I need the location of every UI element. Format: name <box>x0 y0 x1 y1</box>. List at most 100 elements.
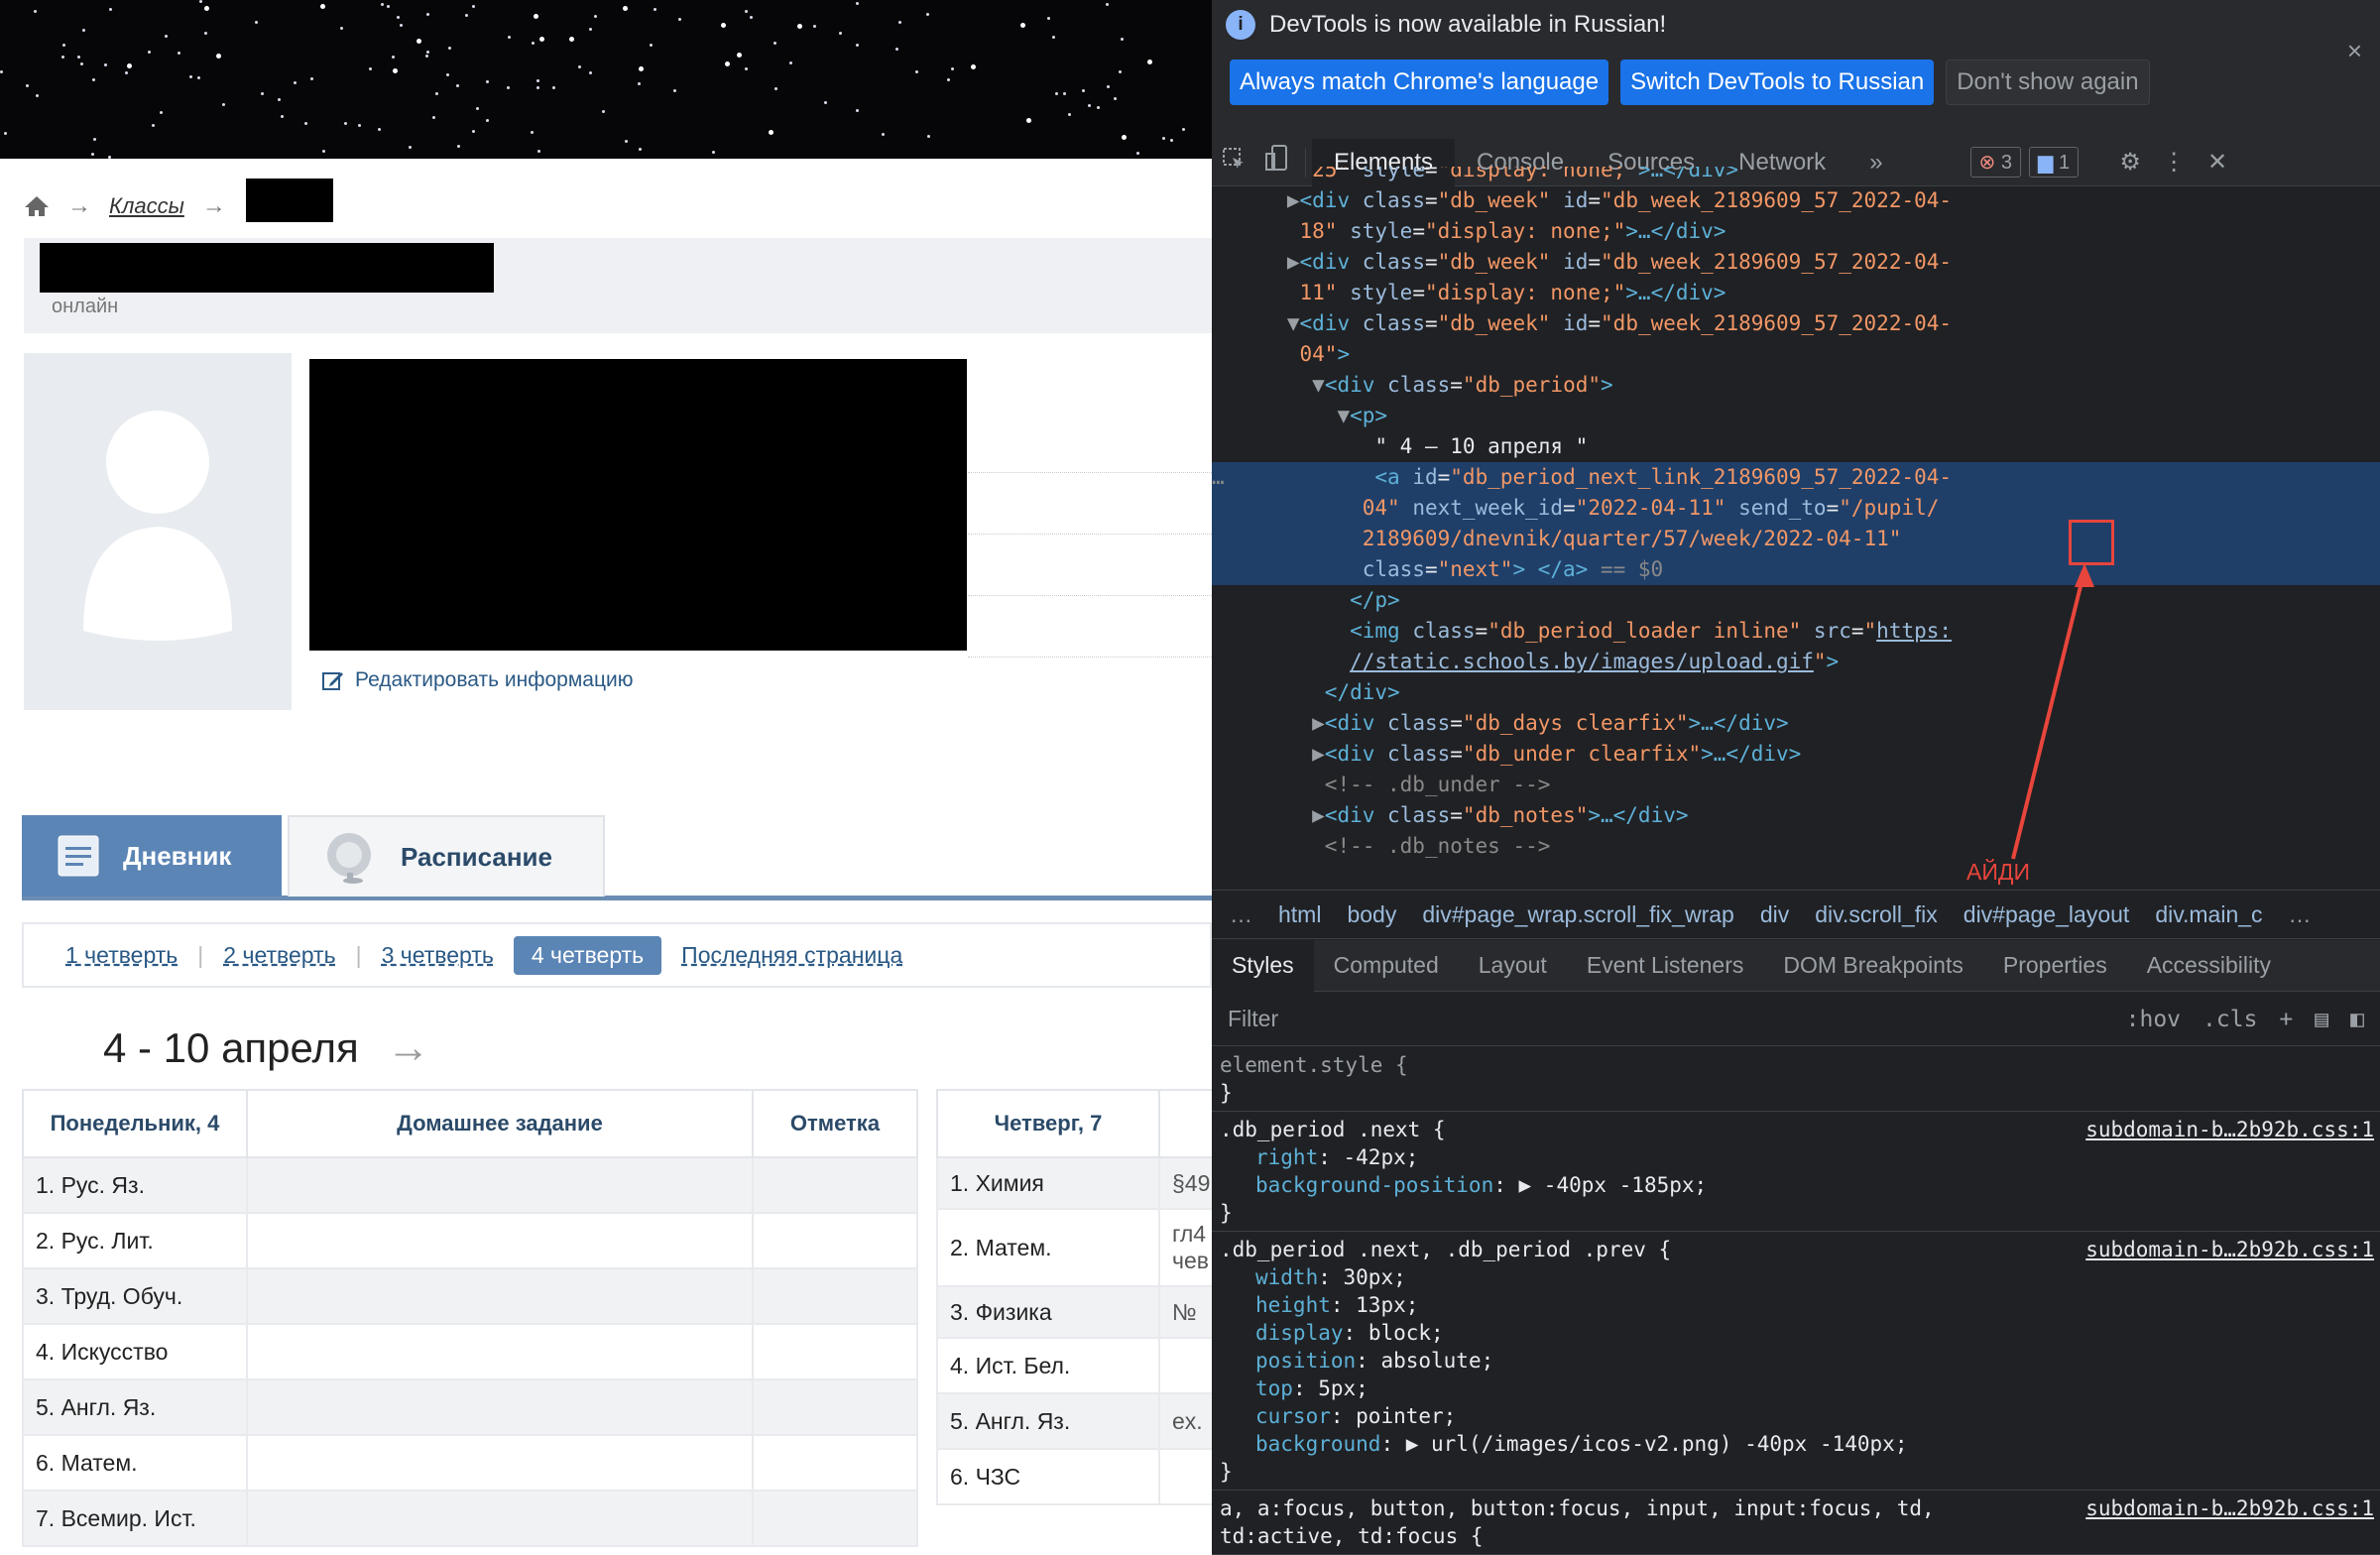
breadcrumb-item[interactable]: … <box>2289 901 2312 928</box>
last-page-link[interactable]: Последняя страница <box>681 942 902 969</box>
styles-tab[interactable]: Styles <box>1212 939 1314 992</box>
next-week-arrow[interactable]: → <box>387 1023 430 1073</box>
filter-input[interactable]: Filter <box>1228 1006 1278 1032</box>
breadcrumb-item[interactable]: html <box>1278 901 1321 928</box>
style-rule: .db_period .next {subdomain-b…2b92b.css:… <box>1212 1112 2380 1232</box>
breadcrumb-item[interactable]: … <box>1230 901 1252 928</box>
paint-icon[interactable]: ▤ <box>2315 1007 2328 1032</box>
quarter-4-current[interactable]: 4 четверть <box>513 935 662 975</box>
star <box>1051 36 1055 40</box>
table-row: 2. Матем. гл4 чев <box>936 1208 1212 1287</box>
star <box>855 2 859 6</box>
styles-tab[interactable]: Properties <box>1983 940 2127 992</box>
star <box>602 110 606 114</box>
star <box>927 134 931 138</box>
online-status: онлайн <box>52 296 119 317</box>
star <box>77 56 81 60</box>
star <box>486 79 490 83</box>
star <box>472 129 476 133</box>
separator: | <box>355 941 362 968</box>
rule-source-link[interactable]: subdomain-b…2b92b.css:1 <box>2085 1116 2374 1143</box>
star <box>381 3 385 7</box>
star <box>310 77 314 81</box>
rule-close: } <box>1220 1081 1233 1105</box>
star <box>319 3 325 9</box>
star <box>448 47 452 51</box>
grade-cell <box>752 1378 918 1436</box>
breadcrumb-item[interactable]: div.main_c <box>2155 901 2262 928</box>
css-property[interactable]: display: block; <box>1220 1319 2372 1347</box>
diary-tabs: Дневник Расписание <box>22 815 1212 900</box>
rule-close: td:active, td:focus { <box>1220 1524 1484 1548</box>
styles-tab[interactable]: DOM Breakpoints <box>1763 940 1983 992</box>
star <box>33 9 37 13</box>
breadcrumb-item[interactable]: div.scroll_fix <box>1815 901 1938 928</box>
grade-cell <box>752 1434 918 1492</box>
colon: : <box>1318 1265 1344 1289</box>
edit-info-label: Редактировать информацию <box>355 668 634 691</box>
table-row: 3. Физика № <box>936 1285 1212 1339</box>
css-property[interactable]: height: 13px; <box>1220 1291 2372 1319</box>
quarter-3-link[interactable]: 3 четверть <box>382 942 494 969</box>
star <box>476 107 480 111</box>
classes-link[interactable]: Классы <box>109 193 184 219</box>
quarter-1-link[interactable]: 1 четверть <box>65 942 178 969</box>
css-property[interactable]: right: -42px; <box>1220 1143 2372 1171</box>
new-rule-icon[interactable]: + <box>2279 1007 2293 1032</box>
quarter-2-link[interactable]: 2 четверть <box>223 942 335 969</box>
breadcrumb-item[interactable]: div <box>1760 901 1789 928</box>
tab-diary[interactable]: Дневник <box>22 815 282 897</box>
style-rule: element.style {} <box>1212 1047 2380 1112</box>
css-property[interactable]: background-position: ▶ -40px -185px; <box>1220 1171 2372 1199</box>
home-icon[interactable] <box>24 194 50 218</box>
star <box>409 145 413 149</box>
breadcrumb-item[interactable]: div#page_layout <box>1964 901 2130 928</box>
star <box>434 91 438 95</box>
property-name: top <box>1255 1376 1293 1400</box>
star <box>3 131 7 135</box>
star <box>278 98 282 102</box>
star <box>378 128 382 132</box>
star <box>856 43 860 47</box>
breadcrumb-item[interactable]: body <box>1347 901 1396 928</box>
subject-cell: 5. Англ. Яз. <box>22 1378 248 1436</box>
redacted-name <box>40 243 494 293</box>
styles-tab[interactable]: Accessibility <box>2127 940 2291 992</box>
star <box>1047 16 1051 20</box>
style-rule: a, a:focus, button, button:focus, input,… <box>1212 1491 2380 1555</box>
css-property[interactable]: top: 5px; <box>1220 1375 2372 1402</box>
styles-tab[interactable]: Event Listeners <box>1567 940 1764 992</box>
star <box>1107 85 1111 89</box>
homework-header <box>1158 1089 1212 1158</box>
rule-source-link[interactable]: subdomain-b…2b92b.css:1 <box>2085 1495 2374 1522</box>
property-name: height <box>1255 1293 1331 1317</box>
hov-toggle[interactable]: :hov <box>2126 1007 2181 1032</box>
rule-source-link[interactable]: subdomain-b…2b92b.css:1 <box>2085 1236 2374 1263</box>
styles-tab[interactable]: Layout <box>1459 940 1567 992</box>
css-property[interactable]: background: ▶ url(/images/icos-v2.png) -… <box>1220 1430 2372 1458</box>
cls-toggle[interactable]: .cls <box>2202 1007 2257 1032</box>
star <box>622 5 628 11</box>
tab-schedule[interactable]: Расписание <box>288 815 605 897</box>
styles-tab[interactable]: Computed <box>1314 940 1459 992</box>
star <box>92 77 96 81</box>
star <box>425 55 429 59</box>
star <box>164 35 168 39</box>
star <box>464 13 468 17</box>
css-property[interactable]: width: 30px; <box>1220 1263 2372 1291</box>
sidebar-toggle-icon[interactable]: ◧ <box>2350 1007 2364 1032</box>
breadcrumb-item[interactable]: div#page_wrap.scroll_fix_wrap <box>1422 901 1734 928</box>
subject-cell: 6. Матем. <box>22 1434 248 1492</box>
edit-info-link[interactable]: Редактировать информацию <box>321 668 634 692</box>
star <box>711 151 715 155</box>
star <box>768 130 774 136</box>
property-name: background-position <box>1255 1173 1494 1197</box>
star <box>725 61 731 67</box>
star <box>737 52 743 58</box>
star <box>1135 152 1139 156</box>
subject-cell: 4. Искусство <box>22 1323 248 1380</box>
breadcrumb: → Классы → <box>24 186 226 226</box>
css-property[interactable]: position: absolute; <box>1220 1347 2372 1375</box>
css-property[interactable]: cursor: pointer; <box>1220 1402 2372 1430</box>
property-value: 13px; <box>1356 1293 1419 1317</box>
